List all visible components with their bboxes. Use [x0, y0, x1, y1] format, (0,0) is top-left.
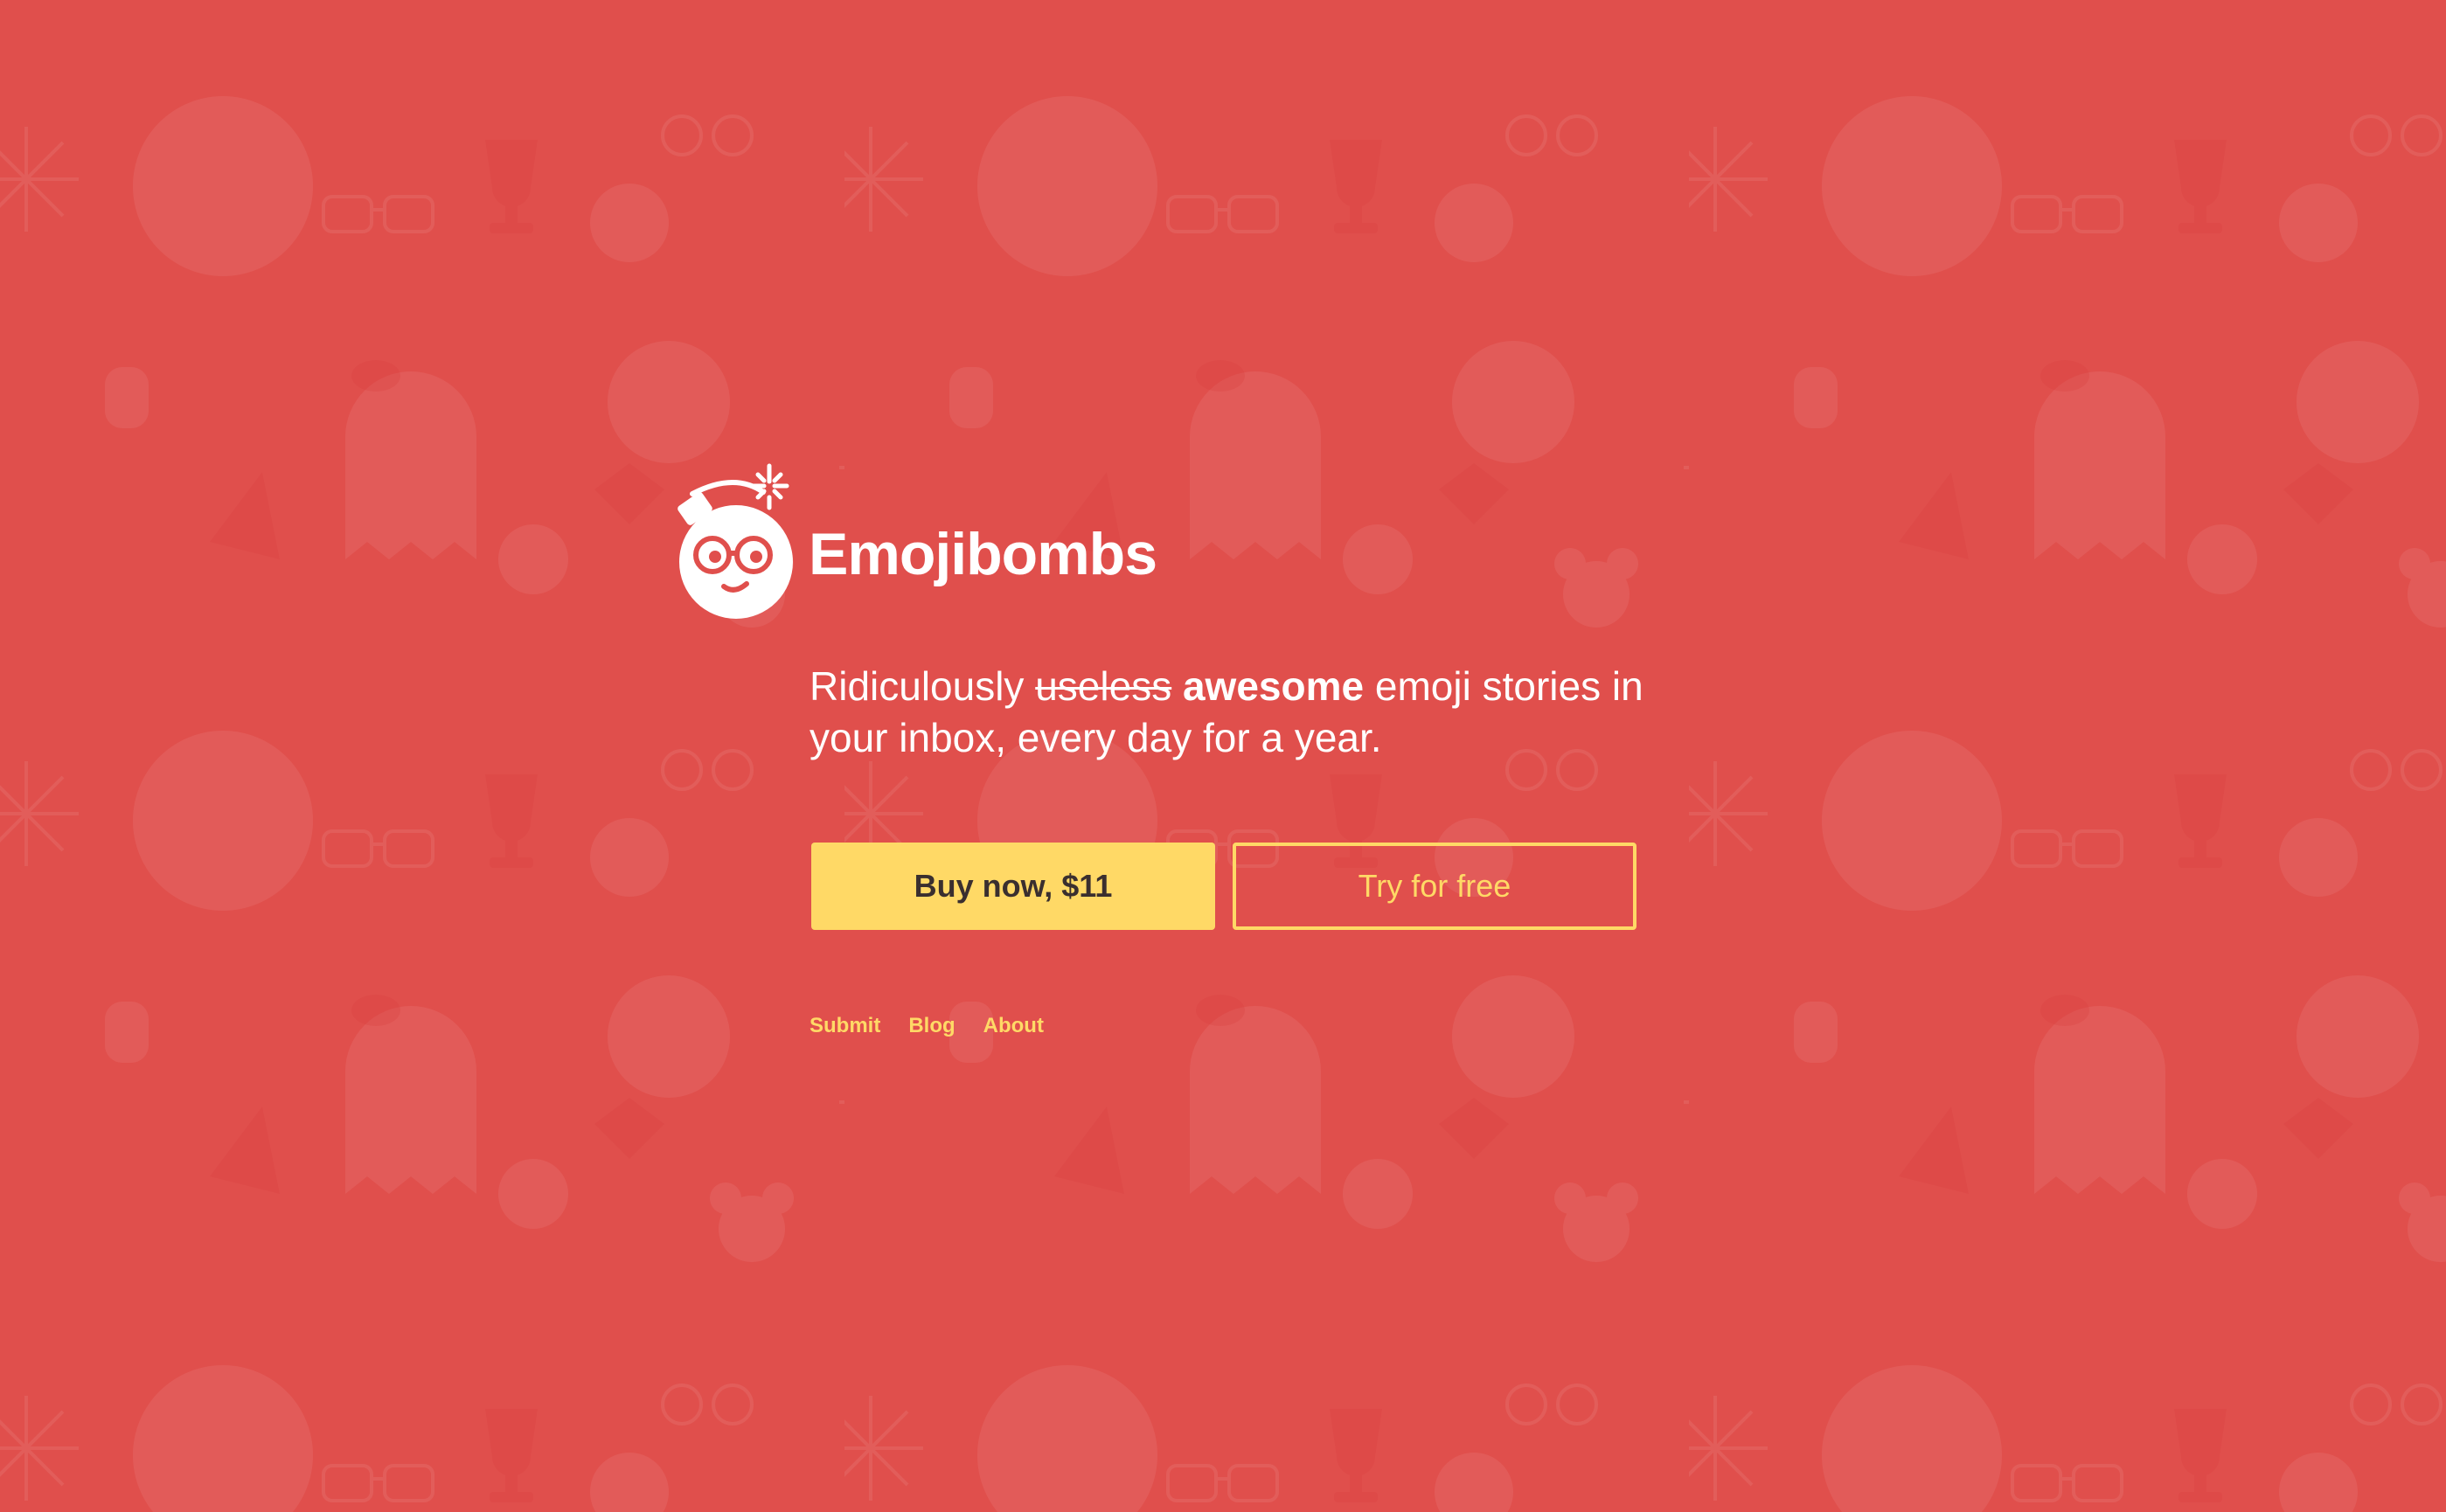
brand-name: Emojibombs: [809, 521, 1157, 587]
tagline-struck-word: useless: [1035, 663, 1172, 709]
tagline-prefix: Ridiculously: [810, 663, 1036, 709]
footer-link-submit[interactable]: Submit: [810, 1014, 880, 1038]
try-for-free-button[interactable]: Try for free: [1233, 843, 1636, 930]
buy-now-button[interactable]: Buy now, $11: [811, 843, 1215, 930]
footer-link-blog[interactable]: Blog: [908, 1014, 955, 1038]
footer-link-about[interactable]: About: [983, 1014, 1044, 1038]
tagline: Ridiculously useless awesome emoji stori…: [810, 661, 1684, 764]
emojibomb-logo-icon: [678, 463, 793, 619]
landing-hero: Emojibombs Ridiculously useless awesome …: [0, 0, 2446, 1512]
footer-nav: Submit Blog About: [810, 1014, 1044, 1038]
tagline-strong-word: awesome: [1182, 663, 1365, 709]
